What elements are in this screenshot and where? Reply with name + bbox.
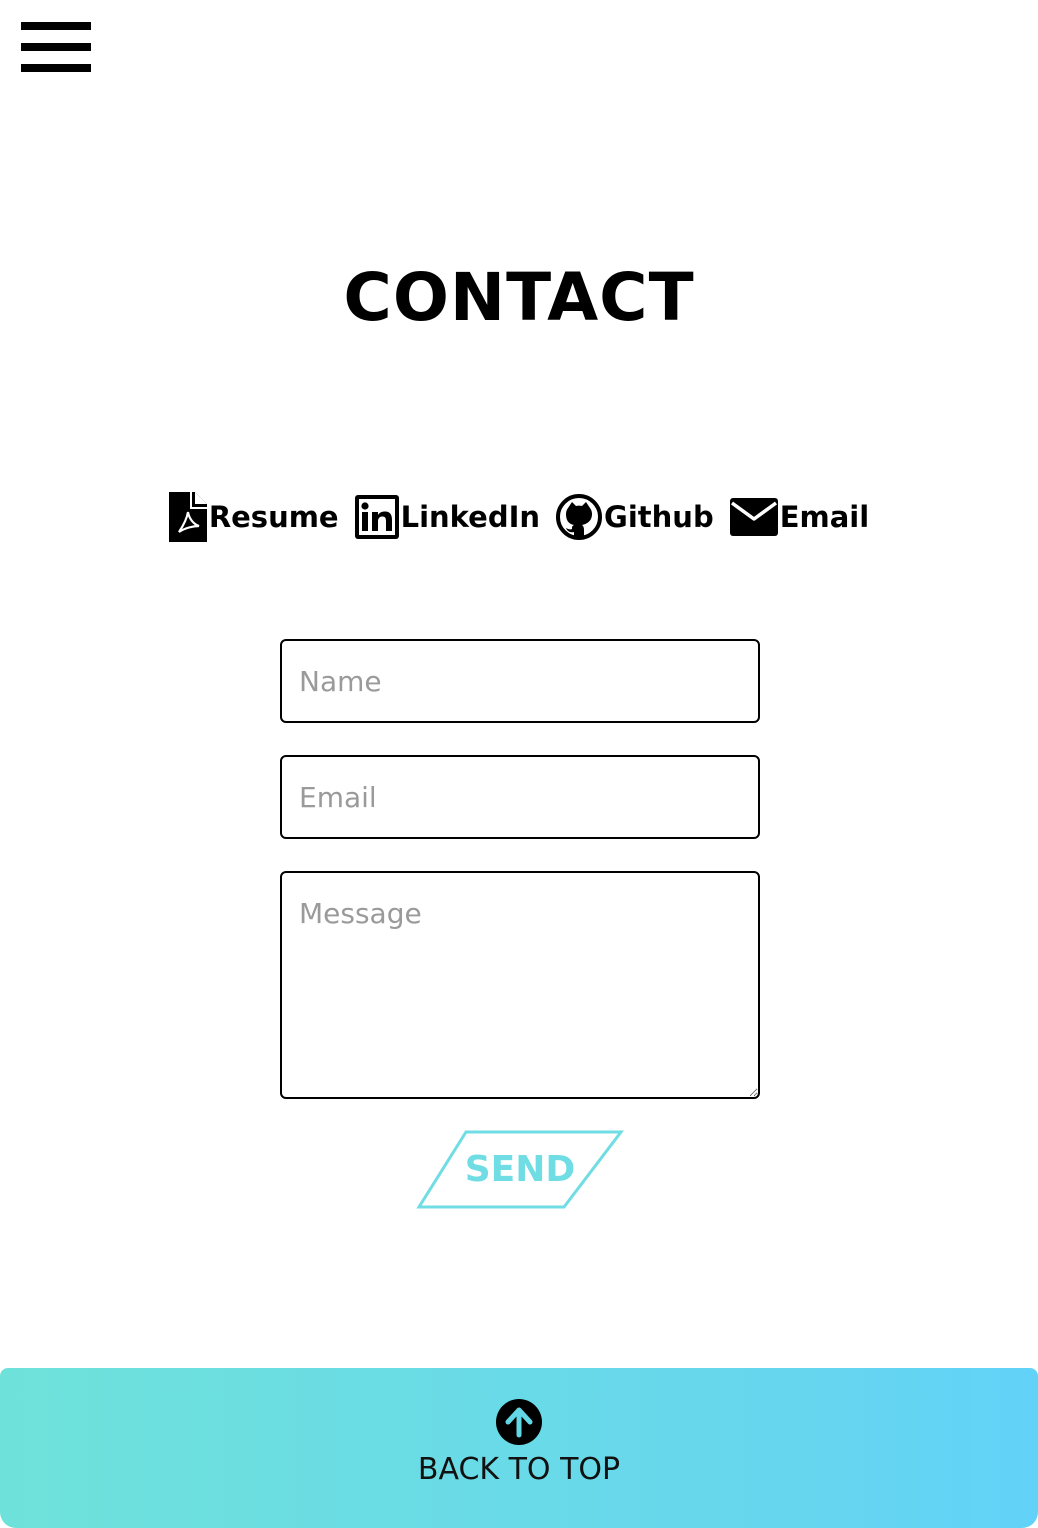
email-label: Email [779, 500, 870, 534]
page-title: CONTACT [343, 259, 695, 336]
github-icon [556, 494, 603, 540]
linkedin-link[interactable]: LinkedIn [354, 495, 541, 539]
linkedin-label: LinkedIn [400, 500, 541, 534]
send-button[interactable]: SEND [416, 1130, 624, 1210]
footer: BACK TO TOP [0, 1368, 1038, 1528]
contact-form [280, 639, 760, 1099]
message-field[interactable] [280, 871, 760, 1099]
name-field[interactable] [280, 639, 760, 723]
resume-label: Resume [208, 500, 339, 534]
envelope-icon [729, 498, 778, 536]
back-to-top-label: BACK TO TOP [417, 1452, 621, 1487]
contact-page: CONTACT Resume LinkedIn Github Email Nam… [0, 0, 1038, 1528]
menu-bar-bottom [21, 64, 91, 72]
linkedin-icon [354, 495, 399, 539]
email-field[interactable] [280, 755, 760, 839]
resume-link[interactable]: Resume [168, 492, 339, 542]
back-to-top-button[interactable]: BACK TO TOP [0, 1398, 1038, 1488]
menu-bar-middle [21, 43, 91, 51]
send-label: SEND [464, 1149, 576, 1190]
menu-bar-top [21, 22, 91, 30]
contact-links: Resume LinkedIn Github Email [0, 492, 1038, 542]
arrow-up-circle-icon [495, 1398, 543, 1446]
pdf-file-icon [168, 492, 207, 542]
github-link[interactable]: Github [556, 494, 714, 540]
github-label: Github [604, 500, 714, 534]
email-link[interactable]: Email [729, 498, 870, 536]
hamburger-menu-icon[interactable] [21, 22, 91, 74]
